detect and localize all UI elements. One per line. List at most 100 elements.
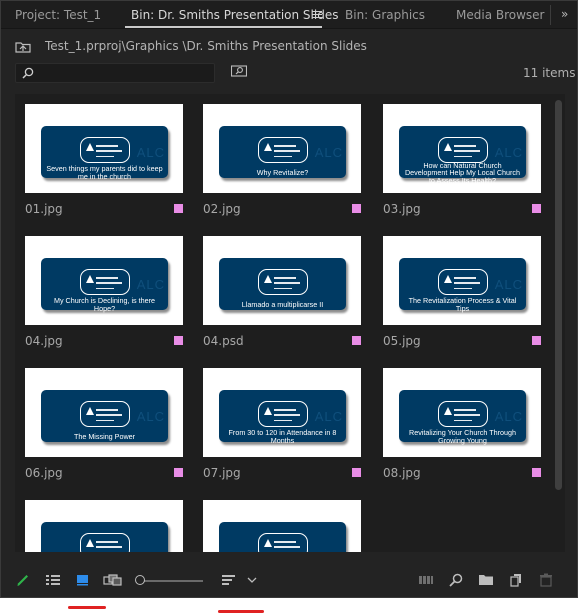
label-color-chip[interactable] [352, 468, 361, 477]
thumbnail[interactable]: Why Revitalize? ALC [203, 104, 361, 193]
thumbnail[interactable]: How to Read Your Natural Church Developm… [25, 500, 183, 552]
bin-item[interactable]: From 30 to 120 in Attendance in 8 Months… [193, 358, 369, 490]
thumbnail[interactable]: The Missing Power ALC [25, 368, 183, 457]
tab-bin-graphics[interactable]: Bin: Graphics [345, 8, 425, 22]
folder-up-icon[interactable] [15, 41, 31, 53]
search-icon [22, 67, 34, 79]
find-in-bin-icon[interactable] [231, 65, 247, 78]
tabs-overflow-icon[interactable]: » [561, 7, 568, 21]
thumbnail[interactable]: The Revitalization Process & Vital Tips A… [383, 236, 541, 325]
project-panel: Project: Test_1 Bin: Dr. Smiths Presenta… [0, 0, 578, 598]
church-logo-icon [80, 269, 130, 295]
watermark: ALC [136, 277, 165, 292]
slide-preview: How to Read Your Natural Church Developm… [41, 522, 168, 552]
grid-scrollbar[interactable] [554, 94, 563, 552]
label-color-chip[interactable] [352, 204, 361, 213]
zoom-slider-track[interactable] [141, 580, 203, 582]
item-filename[interactable]: 08.jpg [383, 466, 421, 480]
label-color-chip[interactable] [174, 336, 183, 345]
bin-item[interactable]: Llamado a multiplicarse II 04.psd [193, 226, 369, 358]
slide-preview: The Revitalization Process & Vital Tips A… [399, 258, 526, 312]
find-icon[interactable] [448, 573, 464, 587]
slide-preview: Revitalizing Your Church Through Growing… [399, 390, 526, 444]
slide-preview: How can Natural Church Development Help … [399, 126, 526, 184]
bin-item[interactable]: Revitalizing Your Church Through Growing… [373, 358, 549, 490]
active-tab-indicator [125, 26, 322, 28]
tab-menu-icon[interactable] [312, 11, 322, 19]
label-color-chip[interactable] [532, 204, 541, 213]
thumbnail[interactable]: From 30 to 120 in Attendance in 8 Months… [203, 368, 361, 457]
bin-item[interactable]: The Missing Power ALC 06.jpg [15, 358, 191, 490]
bin-item[interactable]: How to Read Your Natural Church Developm… [15, 490, 191, 552]
thumbnail[interactable]: My Church is Declining, is there Hope? AL… [25, 236, 183, 325]
slide-preview: Llamado a multiplicarse II [219, 258, 346, 310]
item-filename[interactable]: 01.jpg [25, 202, 63, 216]
new-bin-icon[interactable] [478, 573, 494, 587]
church-logo-icon [80, 137, 130, 163]
item-filename[interactable]: 05.jpg [383, 334, 421, 348]
bin-item[interactable]: My Church is Declining, is there Hope? AL… [15, 226, 191, 358]
label-color-chip[interactable] [352, 336, 361, 345]
annotation-mark [218, 610, 264, 613]
bottom-toolbar [1, 566, 577, 596]
item-filename[interactable]: 03.jpg [383, 202, 421, 216]
pencil-icon[interactable] [15, 573, 31, 587]
sort-icon[interactable] [221, 573, 237, 587]
thumbnail-grid: Seven things my parents did to keep me i… [15, 94, 565, 552]
bin-item[interactable]: Seven things my parents did to keep me i… [15, 94, 191, 226]
item-filename[interactable]: 02.jpg [203, 202, 241, 216]
watermark: ALC [314, 409, 343, 424]
zoom-slider-handle[interactable] [135, 575, 145, 585]
slide-preview: The Missing Power ALC [41, 390, 168, 442]
church-logo-icon [258, 401, 308, 427]
church-logo-icon [438, 269, 488, 295]
label-color-chip[interactable] [174, 468, 183, 477]
icon-view-icon[interactable] [75, 573, 91, 587]
slide-preview: From 30 to 120 in Attendance in 8 Months… [219, 390, 346, 444]
item-filename[interactable]: 04.jpg [25, 334, 63, 348]
new-item-icon[interactable] [508, 573, 524, 587]
thumbnail[interactable]: Seven things my parents did to keep me i… [25, 104, 183, 193]
slide-preview: "Why Are We Here?" [219, 522, 346, 552]
tab-bin-presentation-slides[interactable]: Bin: Dr. Smiths Presentation Slides [131, 8, 338, 22]
thumbnail[interactable]: How can Natural Church Development Help … [383, 104, 541, 193]
watermark: ALC [136, 145, 165, 160]
item-filename[interactable]: 06.jpg [25, 466, 63, 480]
trash-icon[interactable] [538, 573, 554, 587]
scroll-thumb[interactable] [555, 100, 562, 490]
thumbnail[interactable]: Revitalizing Your Church Through Growing… [383, 368, 541, 457]
church-logo-icon [438, 137, 488, 163]
watermark: ALC [494, 409, 523, 424]
item-filename[interactable]: 07.jpg [203, 466, 241, 480]
watermark: ALC [494, 145, 523, 160]
search-input[interactable] [40, 65, 210, 81]
list-view-icon[interactable] [45, 573, 61, 587]
automate-to-sequence-icon[interactable] [418, 573, 434, 587]
watermark: ALC [136, 409, 165, 424]
freeform-view-icon[interactable] [103, 573, 123, 587]
thumbnail[interactable]: "Why Are We Here?" [203, 500, 361, 552]
bin-item[interactable]: "Why Are We Here?" [193, 490, 369, 552]
bin-item[interactable]: The Revitalization Process & Vital Tips A… [373, 226, 549, 358]
item-filename[interactable]: 04.psd [203, 334, 244, 348]
church-logo-icon [80, 533, 130, 552]
watermark: ALC [494, 277, 523, 292]
bin-item[interactable]: How can Natural Church Development Help … [373, 94, 549, 226]
church-logo-icon [258, 269, 308, 295]
label-color-chip[interactable] [532, 336, 541, 345]
tab-media-browser[interactable]: Media Browser [456, 8, 544, 22]
label-color-chip[interactable] [174, 204, 183, 213]
slide-preview: My Church is Declining, is there Hope? AL… [41, 258, 168, 312]
thumbnail[interactable]: Llamado a multiplicarse II [203, 236, 361, 325]
search-box[interactable] [15, 63, 215, 83]
church-logo-icon [80, 401, 130, 427]
slide-preview: Why Revitalize? ALC [219, 126, 346, 178]
slide-preview: Seven things my parents did to keep me i… [41, 126, 168, 180]
bin-item[interactable]: Why Revitalize? ALC 02.jpg [193, 94, 369, 226]
church-logo-icon [438, 401, 488, 427]
label-color-chip[interactable] [532, 468, 541, 477]
tab-project[interactable]: Project: Test_1 [15, 8, 101, 22]
bin-path: Test_1.prproj\Graphics \Dr. Smiths Prese… [45, 39, 367, 53]
church-logo-icon [258, 137, 308, 163]
chevron-down-icon[interactable] [246, 573, 258, 587]
